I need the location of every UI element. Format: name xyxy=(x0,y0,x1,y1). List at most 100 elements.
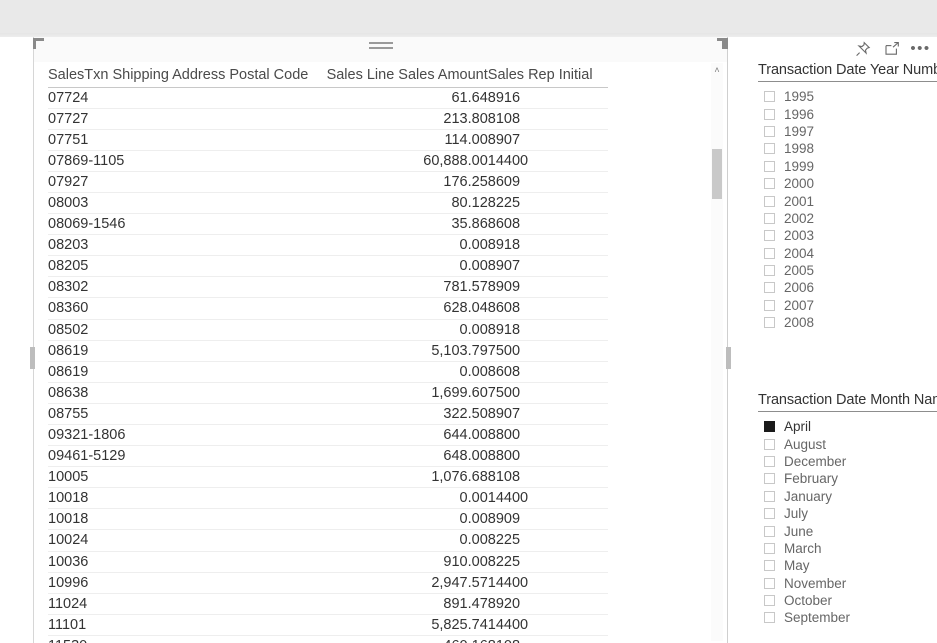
table-cell[interactable]: 0.00 xyxy=(312,529,488,552)
table-cell[interactable]: 10036 xyxy=(48,551,313,573)
table-cell[interactable]: 07869-1105 xyxy=(48,150,313,172)
table-cell[interactable]: 08502 xyxy=(48,319,313,341)
slicer-month-item[interactable]: July xyxy=(758,505,937,522)
checkbox-icon[interactable] xyxy=(764,160,775,172)
checkbox-icon[interactable] xyxy=(764,317,775,329)
slicer-year-item[interactable]: 1995 xyxy=(758,88,937,105)
checkbox-icon[interactable] xyxy=(764,542,775,554)
table-visual[interactable]: SalesTxn Shipping Address Postal Code Sa… xyxy=(33,37,728,643)
table-cell[interactable]: 07724 xyxy=(48,87,313,109)
table-cell[interactable]: 08619 xyxy=(48,361,313,383)
more-options-icon[interactable]: ••• xyxy=(910,40,929,57)
table-cell[interactable]: 14400 xyxy=(487,614,608,636)
checkbox-icon[interactable] xyxy=(764,577,775,589)
table-cell[interactable]: 0.00 xyxy=(312,255,488,278)
table-cell[interactable]: 176.25 xyxy=(312,171,488,193)
table-cell[interactable]: 0.00 xyxy=(312,508,488,531)
table-cell[interactable]: 08003 xyxy=(48,192,313,215)
table-cell[interactable]: 910.00 xyxy=(312,551,488,573)
checkbox-icon[interactable] xyxy=(764,508,775,520)
slicer-year-item[interactable]: 2007 xyxy=(758,297,937,314)
table-cell[interactable]: 0.00 xyxy=(312,319,488,341)
table-row[interactable]: 08003 80.12 8225 xyxy=(48,192,608,215)
table-cell[interactable]: 8909 xyxy=(487,276,608,299)
table-row[interactable]: 08638 1,699.60 7500 xyxy=(48,382,608,404)
table-cell[interactable]: 07927 xyxy=(48,171,313,193)
table-cell[interactable]: 08069-1546 xyxy=(48,213,313,236)
table-cell[interactable]: 8608 xyxy=(487,297,608,320)
scroll-up-icon[interactable]: ˄ xyxy=(711,63,723,77)
table-cell[interactable]: 8608 xyxy=(487,361,608,383)
table-cell[interactable]: 35.86 xyxy=(312,213,488,236)
table-cell[interactable]: 10005 xyxy=(48,466,313,489)
slicer-month-item[interactable]: November xyxy=(758,575,937,592)
table-row[interactable]: 11101 5,825.74 14400 xyxy=(48,614,608,636)
slicer-year[interactable]: Transaction Date Year Number 1995 1996 199… xyxy=(758,62,937,362)
slicer-month-item[interactable]: March xyxy=(758,540,937,557)
checkbox-icon[interactable] xyxy=(764,490,775,502)
checkbox-icon[interactable] xyxy=(764,438,775,450)
checkbox-icon[interactable] xyxy=(764,525,775,537)
pin-icon[interactable] xyxy=(854,40,871,57)
checkbox-icon[interactable] xyxy=(764,595,775,607)
checkbox-icon[interactable] xyxy=(764,421,775,433)
table-cell[interactable]: 11101 xyxy=(48,614,313,636)
visual-drag-handle[interactable] xyxy=(369,39,393,51)
selection-handle-top-left[interactable] xyxy=(33,38,44,49)
table-row[interactable]: 08502 0.00 8918 xyxy=(48,319,608,341)
table-cell[interactable]: 8800 xyxy=(487,424,608,447)
table-row[interactable]: 11530460.168108 xyxy=(48,635,608,643)
table-cell[interactable]: 644.00 xyxy=(312,424,488,447)
table-row[interactable]: 09321-1806 644.00 8800 xyxy=(48,424,608,447)
table-cell[interactable]: 14400 xyxy=(487,150,608,172)
slicer-year-item[interactable]: 2003 xyxy=(758,227,937,244)
table-cell[interactable]: 460.16 xyxy=(312,635,488,643)
table-cell[interactable]: 7500 xyxy=(487,382,608,404)
table-row[interactable]: 10005 1,076.68 8108 xyxy=(48,466,608,489)
table-cell[interactable]: 114.00 xyxy=(312,129,488,151)
table-row[interactable]: 07727 213.80 8108 xyxy=(48,108,608,130)
table-cell[interactable]: 61.64 xyxy=(312,87,488,109)
table-cell[interactable]: 08360 xyxy=(48,297,313,320)
slicer-year-item[interactable]: 2002 xyxy=(758,210,937,227)
table-row[interactable]: 10024 0.00 8225 xyxy=(48,529,608,552)
table-cell[interactable]: 14400 xyxy=(487,572,608,594)
slicer-year-item[interactable]: 2000 xyxy=(758,175,937,192)
table-cell[interactable]: 09321-1806 xyxy=(48,424,313,447)
table-cell[interactable]: 08619 xyxy=(48,340,313,362)
slicer-month-item[interactable]: May xyxy=(758,557,937,574)
table-row[interactable]: 08360 628.04 8608 xyxy=(48,297,608,320)
table-cell[interactable]: 5,825.74 xyxy=(312,614,488,636)
slicer-year-item[interactable]: 1997 xyxy=(758,123,937,140)
table-cell[interactable]: 8225 xyxy=(487,529,608,552)
checkbox-icon[interactable] xyxy=(764,212,775,224)
table-cell[interactable]: 8609 xyxy=(487,171,608,193)
checkbox-icon[interactable] xyxy=(764,230,775,242)
slicer-month-item[interactable]: September xyxy=(758,609,937,626)
table-cell[interactable]: 09461-5129 xyxy=(48,445,313,468)
table-cell[interactable]: 11024 xyxy=(48,593,313,615)
slicer-month-item[interactable]: January xyxy=(758,488,937,505)
table-cell[interactable]: 781.57 xyxy=(312,276,488,299)
table-row[interactable]: 08619 5,103.79 7500 xyxy=(48,340,608,362)
table-row[interactable]: 07869-1105 60,888.00 14400 xyxy=(48,150,608,172)
table-cell[interactable]: 2,947.57 xyxy=(312,572,488,594)
selection-handle-top-right[interactable] xyxy=(714,38,728,49)
resize-handle-right[interactable] xyxy=(726,347,731,369)
table-row[interactable]: 10996 2,947.57 14400 xyxy=(48,572,608,594)
table-cell[interactable]: 7500 xyxy=(487,340,608,362)
table-cell[interactable]: 8918 xyxy=(487,319,608,341)
table-row[interactable]: 10018 0.00 14400 xyxy=(48,487,608,510)
slicer-month-item[interactable]: October xyxy=(758,592,937,609)
table-cell[interactable]: 8907 xyxy=(487,129,608,151)
checkbox-icon[interactable] xyxy=(764,455,775,467)
table-cell[interactable]: 8907 xyxy=(487,255,608,278)
table-cell[interactable]: 322.50 xyxy=(312,403,488,426)
slicer-year-item[interactable]: 2008 xyxy=(758,314,937,331)
slicer-year-item[interactable]: 2001 xyxy=(758,192,937,209)
table-cell[interactable]: 07751 xyxy=(48,129,313,151)
slicer-month[interactable]: Transaction Date Month Name April August D… xyxy=(758,392,937,643)
table-row[interactable]: 07927 176.25 8609 xyxy=(48,171,608,193)
table-cell[interactable]: 628.04 xyxy=(312,297,488,320)
table-row[interactable]: 09461-5129 648.00 8800 xyxy=(48,445,608,468)
